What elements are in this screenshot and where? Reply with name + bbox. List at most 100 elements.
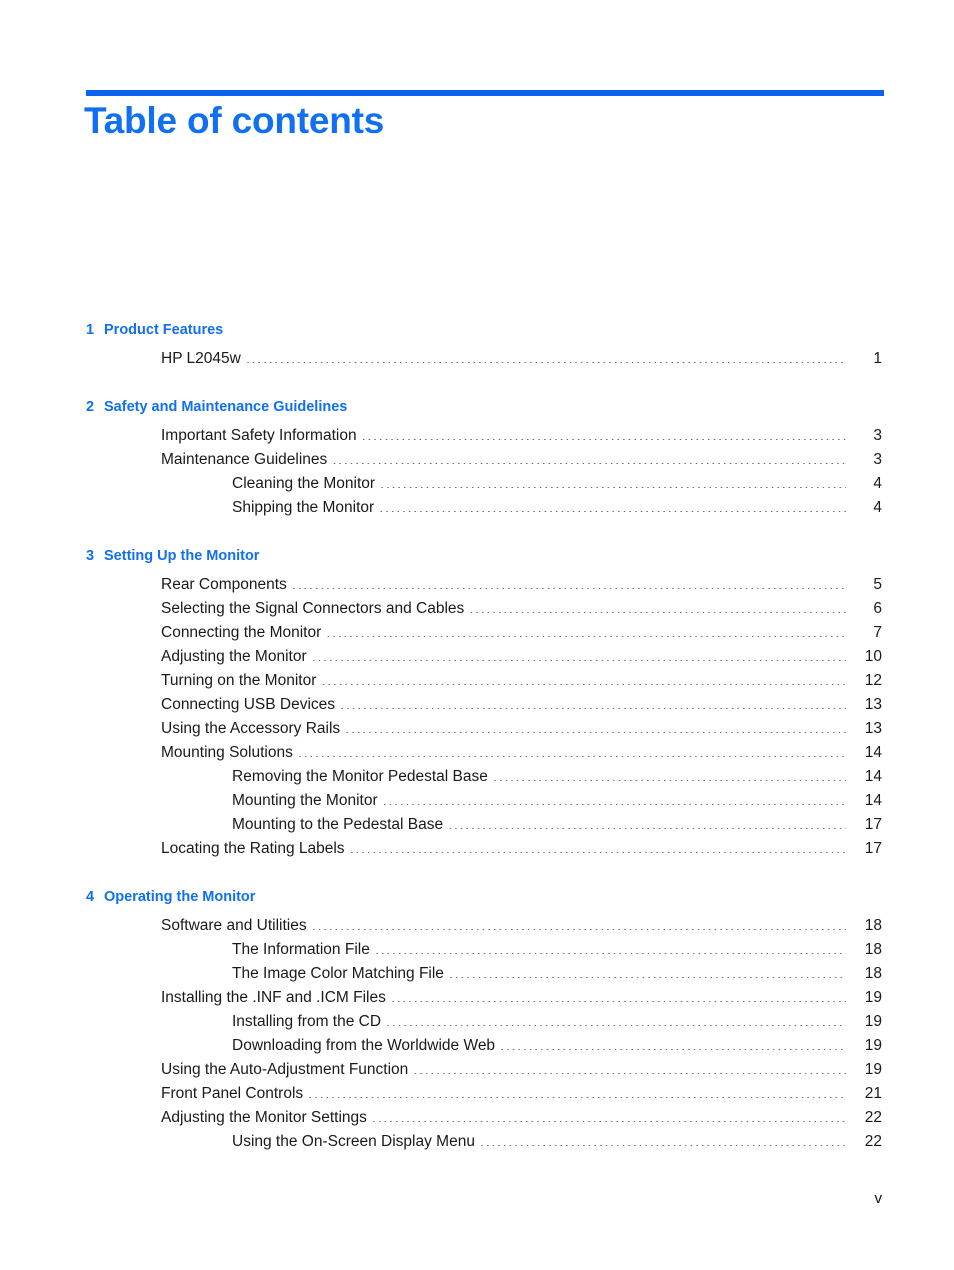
toc-dot-leader (298, 742, 846, 758)
toc-chapter-title: Product Features (104, 322, 224, 338)
toc-entry-label: Cleaning the Monitor (232, 475, 376, 492)
toc-entry-page-number: 1 (873, 350, 882, 367)
toc-entry-page-number: 13 (864, 720, 882, 737)
toc-entry[interactable]: Adjusting the Monitor 10 (161, 645, 882, 669)
toc-chapter-heading[interactable]: 1 Product Features (86, 322, 882, 338)
toc-entry[interactable]: Maintenance Guidelines 3 (161, 448, 882, 472)
toc-chapter: 1 Product Features HP L2045w 1 (86, 322, 882, 371)
toc-entry-label: Using the On-Screen Display Menu (232, 1133, 475, 1150)
toc-dot-leader (362, 425, 846, 441)
toc-entry[interactable]: Installing from the CD 19 (232, 1010, 882, 1034)
toc-entry-label: Using the Accessory Rails (161, 720, 341, 737)
toc-chapter-number: 1 (86, 322, 95, 338)
toc-chapter-heading[interactable]: 3 Setting Up the Monitor (86, 548, 882, 564)
toc-entry-label: Turning on the Monitor (161, 672, 317, 689)
toc-entry-page-number: 18 (864, 917, 882, 934)
toc-dot-leader (326, 622, 846, 638)
toc-entry[interactable]: Important Safety Information 3 (161, 424, 882, 448)
toc-dot-leader (340, 694, 846, 710)
toc-entry[interactable]: Using the Accessory Rails 13 (161, 717, 882, 741)
toc-entry[interactable]: Mounting to the Pedestal Base 17 (232, 813, 882, 837)
toc-entry-label: Installing the .INF and .ICM Files (161, 989, 386, 1006)
toc-entry[interactable]: Front Panel Controls 21 (161, 1082, 882, 1106)
toc-entry[interactable]: Adjusting the Monitor Settings 22 (161, 1106, 882, 1130)
toc-dot-leader (391, 987, 846, 1003)
toc-dot-leader (345, 718, 846, 734)
title-rule (86, 90, 884, 96)
toc-entry[interactable]: Shipping the Monitor 4 (232, 496, 882, 520)
toc-entry-page-number: 22 (864, 1109, 882, 1126)
toc-chapter-heading[interactable]: 4 Operating the Monitor (86, 889, 882, 905)
toc-entry[interactable]: Software and Utilities 18 (161, 914, 882, 938)
toc-entry-page-number: 14 (864, 744, 882, 761)
toc-chapter-number: 3 (86, 548, 95, 564)
toc-dot-leader (500, 1035, 846, 1051)
toc-chapter-title: Safety and Maintenance Guidelines (104, 399, 348, 415)
toc-entry-label: Selecting the Signal Connectors and Cabl… (161, 600, 465, 617)
toc-entry-label: Adjusting the Monitor (161, 648, 307, 665)
toc-entry-page-number: 13 (864, 696, 882, 713)
toc-entry-page-number: 21 (864, 1085, 882, 1102)
toc-entry-page-number: 7 (873, 624, 882, 641)
toc-entry-label: Maintenance Guidelines (161, 451, 328, 468)
toc-entry[interactable]: Locating the Rating Labels 17 (161, 837, 882, 861)
toc-dot-leader (448, 814, 846, 830)
toc-entry-label: Adjusting the Monitor Settings (161, 1109, 367, 1126)
toc-entry[interactable]: Installing the .INF and .ICM Files 19 (161, 986, 882, 1010)
toc-dot-leader (350, 838, 846, 854)
toc-dot-leader (383, 790, 846, 806)
toc-entry-label: Connecting USB Devices (161, 696, 336, 713)
toc-dot-leader (413, 1059, 846, 1075)
toc-entry-label: Software and Utilities (161, 917, 307, 934)
toc-entry-label: Rear Components (161, 576, 287, 593)
toc-entry-page-number: 22 (864, 1133, 882, 1150)
toc-entry-page-number: 5 (873, 576, 882, 593)
toc-entry[interactable]: Selecting the Signal Connectors and Cabl… (161, 597, 882, 621)
toc-entry[interactable]: Mounting the Monitor 14 (232, 789, 882, 813)
toc-dot-leader (332, 449, 846, 465)
toc-chapter-title: Setting Up the Monitor (104, 548, 260, 564)
toc-entry[interactable]: Using the Auto-Adjustment Function 19 (161, 1058, 882, 1082)
toc-entry-page-number: 19 (864, 1013, 882, 1030)
toc-entry-label: Downloading from the Worldwide Web (232, 1037, 496, 1054)
toc-chapter-title: Operating the Monitor (104, 889, 256, 905)
toc-chapter: 2 Safety and Maintenance Guidelines Import… (86, 399, 882, 520)
toc-entry-page-number: 17 (864, 840, 882, 857)
toc-entry[interactable]: Using the On-Screen Display Menu 22 (232, 1130, 882, 1154)
toc-chapter-heading[interactable]: 2 Safety and Maintenance Guidelines (86, 399, 882, 415)
toc-entry-page-number: 19 (864, 1037, 882, 1054)
toc-entry[interactable]: Removing the Monitor Pedestal Base 14 (232, 765, 882, 789)
toc-entry-label: Mounting to the Pedestal Base (232, 816, 444, 833)
toc-dot-leader (308, 1083, 846, 1099)
toc-entry-label: Shipping the Monitor (232, 499, 375, 516)
document-page: Table of contents 1 Product Features HP L2… (0, 0, 954, 1270)
toc-entry[interactable]: Connecting the Monitor 7 (161, 621, 882, 645)
toc-entry[interactable]: Rear Components 5 (161, 573, 882, 597)
toc-entry-page-number: 14 (864, 792, 882, 809)
toc-dot-leader (372, 1107, 846, 1123)
toc-entry[interactable]: Downloading from the Worldwide Web 19 (232, 1034, 882, 1058)
toc-dot-leader (469, 598, 846, 614)
toc-chapter-number: 4 (86, 889, 95, 905)
toc-chapter: 3 Setting Up the Monitor Rear Components 5 S… (86, 548, 882, 861)
toc-dot-leader (449, 963, 846, 979)
toc-entry[interactable]: HP L2045w 1 (161, 347, 882, 371)
toc-entry-label: Using the Auto-Adjustment Function (161, 1061, 409, 1078)
table-of-contents: 1 Product Features HP L2045w1 2 Safety and M… (86, 322, 882, 1154)
toc-entry[interactable]: Cleaning the Monitor 4 (232, 472, 882, 496)
toc-dot-leader (312, 646, 846, 662)
toc-entry[interactable]: The Information File 18 (232, 938, 882, 962)
toc-entry-page-number: 10 (864, 648, 882, 665)
toc-entry-page-number: 18 (864, 965, 882, 982)
toc-entry[interactable]: Turning on the Monitor 12 (161, 669, 882, 693)
toc-entry-label: The Information File (232, 941, 370, 958)
toc-dot-leader (321, 670, 846, 686)
toc-dot-leader (312, 915, 846, 931)
toc-entry[interactable]: The Image Color Matching File 18 (232, 962, 882, 986)
toc-entry[interactable]: Mounting Solutions 14 (161, 741, 882, 765)
toc-dot-leader (375, 939, 846, 955)
toc-entry-label: Locating the Rating Labels (161, 840, 345, 857)
toc-chapter-number: 2 (86, 399, 95, 415)
toc-entry[interactable]: Connecting USB Devices 13 (161, 693, 882, 717)
toc-dot-leader (292, 574, 846, 590)
